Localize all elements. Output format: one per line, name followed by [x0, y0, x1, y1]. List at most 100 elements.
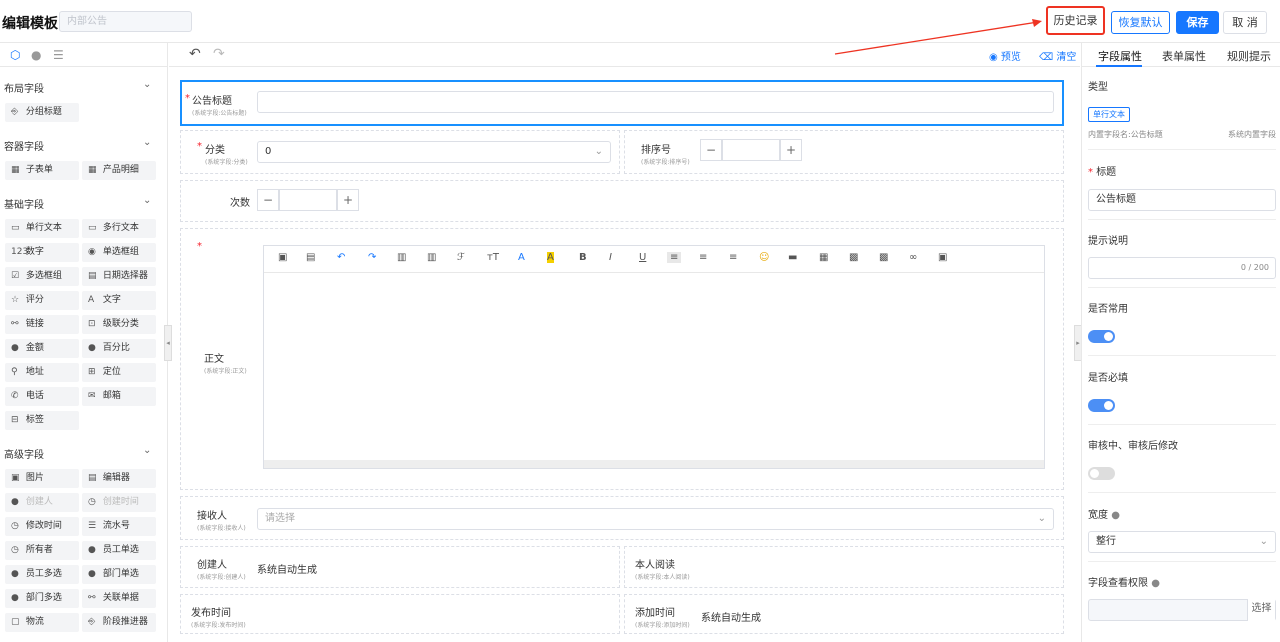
tree-icon[interactable]: ☰ — [53, 48, 64, 62]
palette-field[interactable]: ▭ 单行文本 — [5, 219, 79, 238]
link-icon[interactable]: ∞ — [909, 252, 917, 263]
emoji-icon[interactable]: ☺ — [759, 252, 769, 263]
palette-field[interactable]: ✉ 邮箱 — [82, 387, 156, 406]
palette-field[interactable]: ☆ 评分 — [5, 291, 79, 310]
field-row-creator[interactable]: 创建人 (系统字段:创建人) 系统自动生成 — [180, 546, 620, 588]
count-minus-button[interactable]: − — [257, 189, 279, 211]
fullscreen-icon[interactable]: ▣ — [938, 252, 947, 263]
template-icon[interactable]: ▤ — [306, 252, 315, 263]
field-row-publish[interactable]: 发布时间 (系统字段:发布时间) — [180, 594, 620, 634]
palette-field[interactable]: ● 部门多选 — [5, 589, 79, 608]
count-plus-button[interactable]: + — [337, 189, 359, 211]
table-icon[interactable]: ▦ — [819, 252, 828, 263]
palette-field[interactable]: ● 员工多选 — [5, 565, 79, 584]
sort-input[interactable] — [722, 139, 780, 161]
palette-group-header[interactable]: 布局字段 ⌄ — [0, 75, 167, 101]
field-row-read[interactable]: 本人阅读 (系统字段:本人阅读) — [624, 546, 1064, 588]
undo-icon[interactable]: ↶ — [189, 46, 201, 62]
rich-text-editor[interactable]: ▣ ▤ ↶ ↷ ▥ ▥ ℱ тT A A B I U ≡ ≡ ≡ ☺ ▬ ▦ ▩… — [263, 245, 1045, 469]
palette-field[interactable]: ▦ 产品明细 — [82, 161, 156, 180]
palette-group-header[interactable]: 高级字段 ⌄ — [0, 441, 167, 467]
palette-field[interactable]: ⎆ 阶段推进器 — [82, 613, 156, 632]
receiver-select[interactable]: 请选择 ⌄ — [257, 508, 1054, 530]
bold-icon[interactable]: B — [579, 252, 587, 263]
field-row-receiver[interactable]: 接收人 (系统字段:接收人) 请选择 ⌄ — [180, 496, 1064, 540]
sort-plus-button[interactable]: + — [780, 139, 802, 161]
palette-field[interactable]: A 文字 — [82, 291, 156, 310]
palette-field[interactable]: ◷ 修改时间 — [5, 517, 79, 536]
align-right-icon[interactable]: ≡ — [729, 252, 737, 263]
palette-group-header[interactable]: 基础字段 ⌄ — [0, 191, 167, 217]
field-row-category[interactable]: * 分类 (系统字段:分类) 0 ⌄ — [180, 130, 620, 174]
palette-field[interactable]: ● 百分比 — [82, 339, 156, 358]
preview-button[interactable]: ◉ 预览 — [989, 48, 1021, 63]
title-input[interactable] — [257, 91, 1054, 113]
history-button[interactable]: 历史记录 — [1046, 6, 1105, 35]
palette-field[interactable]: ▦ 子表单 — [5, 161, 79, 180]
palette-field[interactable]: ⚯ 链接 — [5, 315, 79, 334]
palette-field[interactable]: ▣ 图片 — [5, 469, 79, 488]
palette-field[interactable]: 123 数字 — [5, 243, 79, 262]
paste-text-icon[interactable]: ▥ — [427, 252, 436, 263]
palette-field[interactable]: ◉ 单选框组 — [82, 243, 156, 262]
palette-field[interactable]: ● 部门单选 — [82, 565, 156, 584]
palette-field[interactable]: ▢ 物流 — [5, 613, 79, 632]
field-row-added[interactable]: 添加时间 (系统字段:添加时间) 系统自动生成 — [624, 594, 1064, 634]
tab-rule-hints[interactable]: 规则提示 — [1227, 48, 1271, 64]
font-size-icon[interactable]: тT — [487, 252, 499, 263]
paste-icon[interactable]: ▥ — [397, 252, 406, 263]
palette-field[interactable]: ⊡ 级联分类 — [82, 315, 156, 334]
category-select[interactable]: 0 ⌄ — [257, 141, 611, 163]
undo-icon[interactable]: ↶ — [337, 252, 345, 263]
title-prop-input[interactable]: 公告标题 — [1088, 189, 1276, 211]
align-left-icon[interactable]: ≡ — [667, 252, 682, 263]
review-toggle[interactable] — [1088, 467, 1115, 480]
palette-field[interactable]: ⚯ 关联单据 — [82, 589, 156, 608]
media-icon[interactable]: ▩ — [879, 252, 888, 263]
palette-field[interactable]: ⊟ 标签 — [5, 411, 79, 430]
palette-field[interactable]: ● 金额 — [5, 339, 79, 358]
common-toggle[interactable] — [1088, 330, 1115, 343]
palette-field[interactable]: ⊞ 定位 — [82, 363, 156, 382]
count-input[interactable] — [279, 189, 337, 211]
palette-field[interactable]: ⎆ 分组标题 — [5, 103, 79, 122]
save-button[interactable]: 保存 — [1176, 11, 1219, 34]
field-row-sort[interactable]: 排序号 (系统字段:排序号) − + — [624, 130, 1064, 174]
palette-field[interactable]: ▤ 日期选择器 — [82, 267, 156, 286]
field-row-count[interactable]: 次数 − + — [180, 180, 1064, 222]
cube-icon[interactable]: ⬡ — [10, 48, 20, 62]
palette-field[interactable]: ⚲ 地址 — [5, 363, 79, 382]
required-toggle[interactable] — [1088, 399, 1115, 412]
tab-field-properties[interactable]: 字段属性 — [1098, 48, 1142, 64]
clear-button[interactable]: ⌫ 清空 — [1039, 48, 1076, 63]
font-color-icon[interactable]: A — [518, 252, 525, 263]
palette-field[interactable]: ● 员工单选 — [82, 541, 156, 560]
palette-field[interactable]: ☑ 多选框组 — [5, 267, 79, 286]
align-center-icon[interactable]: ≡ — [699, 252, 707, 263]
cancel-button[interactable]: 取 消 — [1223, 11, 1267, 34]
palette-field[interactable]: ▤ 编辑器 — [82, 469, 156, 488]
font-family-icon[interactable]: ℱ — [457, 252, 465, 263]
palette-field[interactable]: ▭ 多行文本 — [82, 219, 156, 238]
hr-icon[interactable]: ▬ — [788, 252, 797, 263]
category-input[interactable]: 内部公告 — [59, 11, 192, 32]
field-row-title[interactable]: * 公告标题 (系统字段:公告标题) — [180, 80, 1064, 126]
perm-input[interactable]: 选择 — [1088, 599, 1276, 621]
info-icon[interactable]: ● — [31, 48, 41, 62]
sort-minus-button[interactable]: − — [700, 139, 722, 161]
width-select[interactable]: 整行 ⌄ — [1088, 531, 1276, 553]
palette-group-header[interactable]: 容器字段 ⌄ — [0, 133, 167, 159]
source-icon[interactable]: ▣ — [278, 252, 287, 263]
palette-field[interactable]: ✆ 电话 — [5, 387, 79, 406]
reset-default-button[interactable]: 恢复默认 — [1111, 11, 1170, 34]
image-icon[interactable]: ▩ — [849, 252, 858, 263]
palette-field[interactable]: ◷ 所有者 — [5, 541, 79, 560]
underline-icon[interactable]: U — [639, 252, 646, 263]
italic-icon[interactable]: I — [609, 252, 612, 263]
redo-icon[interactable]: ↷ — [368, 252, 376, 263]
palette-field[interactable]: ☰ 流水号 — [82, 517, 156, 536]
redo-icon[interactable]: ↷ — [213, 46, 225, 62]
tab-form-properties[interactable]: 表单属性 — [1162, 48, 1206, 64]
highlight-icon[interactable]: A — [547, 252, 554, 263]
hint-input[interactable]: 0 / 200 — [1088, 257, 1276, 279]
